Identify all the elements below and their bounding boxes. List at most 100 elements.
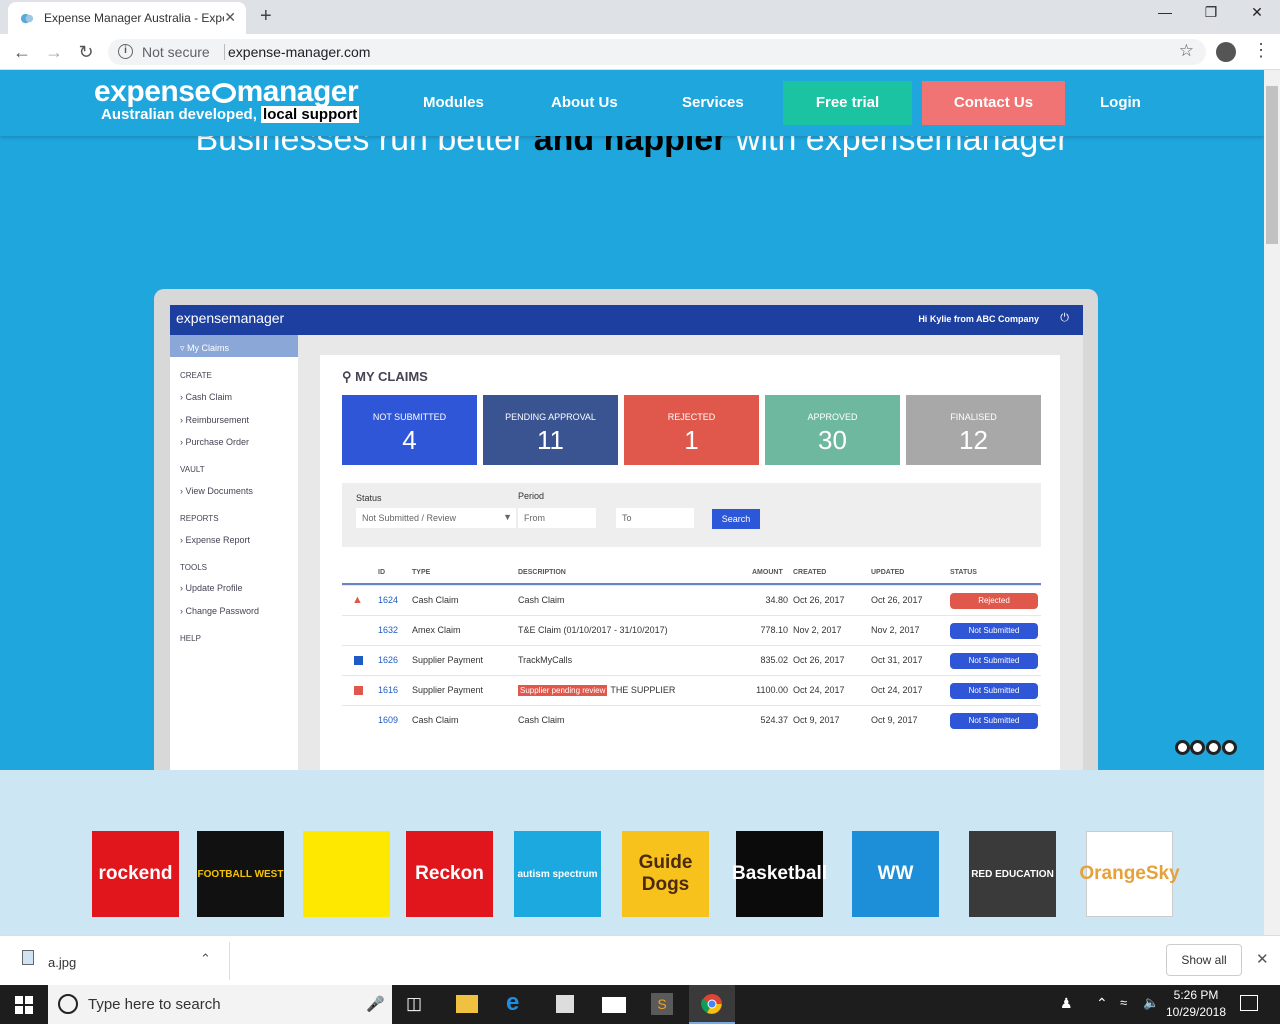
claim-created: Oct 9, 2017 <box>793 715 840 725</box>
table-body: ▲ 1624 Cash Claim Cash Claim 34.80 Oct 26, 20… <box>342 585 1041 735</box>
close-download-bar-icon[interactable]: ✕ <box>1256 950 1269 968</box>
table-header: ID TYPE DESCRIPTION AMOUNT CREATED UPDAT… <box>342 561 1041 585</box>
app-header: expensemanager Hi Kylie from ABC Company… <box>170 305 1083 335</box>
download-filename[interactable]: a.jpg <box>48 955 76 970</box>
claim-created: Oct 24, 2017 <box>793 685 845 695</box>
bookmark-star-icon[interactable]: ☆ <box>1179 41 1194 61</box>
claim-id: 1616 <box>378 685 399 695</box>
file-explorer-icon[interactable] <box>456 995 478 1013</box>
carousel-dot[interactable] <box>1175 740 1190 755</box>
windows-start-icon[interactable] <box>15 996 33 1014</box>
site-logo[interactable]: expense manager <box>94 75 359 109</box>
search-icon <box>58 994 78 1014</box>
nav-about-us[interactable]: About Us <box>551 94 618 111</box>
clock-time[interactable]: 5:26 PM <box>1166 988 1226 1002</box>
new-tab-button[interactable]: + <box>260 5 272 28</box>
mail-icon[interactable] <box>602 997 626 1013</box>
show-all-button[interactable]: Show all <box>1166 944 1242 976</box>
free-trial-button[interactable]: Free trial <box>783 81 912 125</box>
client-logo: WW <box>852 831 939 917</box>
contact-us-button[interactable]: Contact Us <box>922 81 1065 125</box>
carousel-dot[interactable] <box>1206 740 1221 755</box>
login-link[interactable]: Login <box>1100 94 1141 111</box>
url-text[interactable]: expense-manager.com <box>228 44 370 60</box>
info-icon[interactable]: i <box>118 44 133 59</box>
claim-id: 1632 <box>378 625 399 635</box>
nav-modules[interactable]: Modules <box>423 94 484 111</box>
people-icon[interactable]: ♟ <box>1060 995 1073 1012</box>
minimize-icon[interactable]: — <box>1150 4 1180 20</box>
filter-bar: Status Not Submitted / Review ▼ Period Fr… <box>342 483 1041 547</box>
power-icon: ⏻ <box>1060 312 1069 324</box>
chrome-taskbar-item[interactable] <box>689 985 735 1024</box>
carousel-dot[interactable] <box>1222 740 1237 755</box>
scrollbar-thumb[interactable] <box>1266 86 1278 244</box>
my-claims-menu: ▿ My Claims <box>170 335 298 357</box>
sublime-text-icon[interactable]: S <box>651 993 673 1015</box>
wifi-icon[interactable]: ≈ <box>1120 995 1127 1010</box>
client-logos: rockend FOOTBALL WEST Reckon autism spectru… <box>0 770 1264 935</box>
chrome-icon <box>701 994 722 1014</box>
reload-icon[interactable]: ↻ <box>74 42 98 63</box>
menu-dots-icon[interactable]: ⋮ <box>1252 40 1270 61</box>
claim-description: T&E Claim (01/10/2017 - 31/10/2017) <box>518 625 668 635</box>
taskbar-search[interactable]: Type here to search 🎤 <box>48 985 392 1024</box>
card-pending-approval: PENDING APPROVAL 11 <box>483 395 618 465</box>
sidebar-create: CREATE <box>180 371 212 380</box>
claims-title: ⚲ MY CLAIMS <box>342 369 428 384</box>
chevron-up-icon[interactable]: ⌃ <box>200 951 211 967</box>
sidebar-expense-report: › Expense Report <box>180 535 251 545</box>
table-row: 1626 Supplier Payment TrackMyCalls 835.02 Oc… <box>342 645 1041 675</box>
volume-icon[interactable]: 🔈 <box>1143 995 1159 1011</box>
claim-created: Nov 2, 2017 <box>793 625 842 635</box>
client-logo: Reckon <box>406 831 493 917</box>
claim-type: Cash Claim <box>412 715 459 725</box>
carousel-dot[interactable] <box>1190 740 1205 755</box>
clock-date[interactable]: 10/29/2018 <box>1164 1005 1228 1019</box>
site-favicon-icon <box>20 13 34 24</box>
claim-type: Supplier Payment <box>412 655 484 665</box>
nav-services[interactable]: Services <box>682 94 744 111</box>
sidebar-view-documents: › View Documents <box>180 486 253 496</box>
sidebar-help: HELP <box>180 634 201 643</box>
close-tab-icon[interactable]: ✕ <box>224 9 236 26</box>
address-bar[interactable]: i Not secure expense-manager.com ☆ <box>108 39 1206 65</box>
claim-description: TrackMyCalls <box>518 655 573 665</box>
edge-browser-icon[interactable]: e <box>506 989 519 1017</box>
web-page: Businesses run better and happier with e… <box>0 70 1264 935</box>
claim-id: 1626 <box>378 655 399 665</box>
windows-taskbar: Type here to search 🎤 ◫ e S ♟ ⌃ ≈ 🔈 5:26… <box>0 985 1280 1024</box>
divider <box>224 44 225 60</box>
client-logo: FOOTBALL WEST <box>197 831 284 917</box>
profile-icon[interactable] <box>1216 42 1236 62</box>
status-badge: Not Submitted <box>950 653 1038 669</box>
chevron-up-icon[interactable]: ⌃ <box>1096 995 1108 1012</box>
store-icon[interactable] <box>556 995 574 1013</box>
browser-tab[interactable]: Expense Manager Australia - Expense ✕ <box>8 2 246 34</box>
client-logo: autism spectrum <box>514 831 601 917</box>
tab-title: Expense Manager Australia - Expense <box>44 11 224 25</box>
task-view-icon[interactable]: ◫ <box>406 994 422 1014</box>
notifications-icon[interactable] <box>1240 995 1258 1011</box>
list-icon <box>354 686 363 695</box>
microphone-icon[interactable]: 🎤 <box>366 995 385 1013</box>
window-close-icon[interactable]: ✕ <box>1242 4 1272 21</box>
status-label: Status <box>356 493 382 503</box>
claim-amount: 34.80 <box>765 595 788 605</box>
app-brand: expensemanager <box>176 310 285 326</box>
site-header: expense manager Australian developed, loc… <box>0 70 1264 136</box>
claim-updated: Nov 2, 2017 <box>871 625 920 635</box>
forward-icon[interactable]: → <box>42 42 66 63</box>
claim-created: Oct 26, 2017 <box>793 655 845 665</box>
restore-icon[interactable]: ❐ <box>1196 4 1226 21</box>
search-button: Search <box>712 509 760 529</box>
claim-amount: 778.10 <box>760 625 788 635</box>
claim-type: Cash Claim <box>412 595 459 605</box>
client-logo: OrangeSky <box>1079 831 1180 917</box>
status-badge: Rejected <box>950 593 1038 609</box>
back-icon[interactable]: ← <box>10 42 34 63</box>
claim-type: Amex Claim <box>412 625 461 635</box>
claim-id: 1624 <box>378 595 399 605</box>
claim-amount: 524.37 <box>760 715 788 725</box>
claims-panel: ⚲ MY CLAIMS NOT SUBMITTED 4 PENDING APPRO… <box>320 355 1060 775</box>
